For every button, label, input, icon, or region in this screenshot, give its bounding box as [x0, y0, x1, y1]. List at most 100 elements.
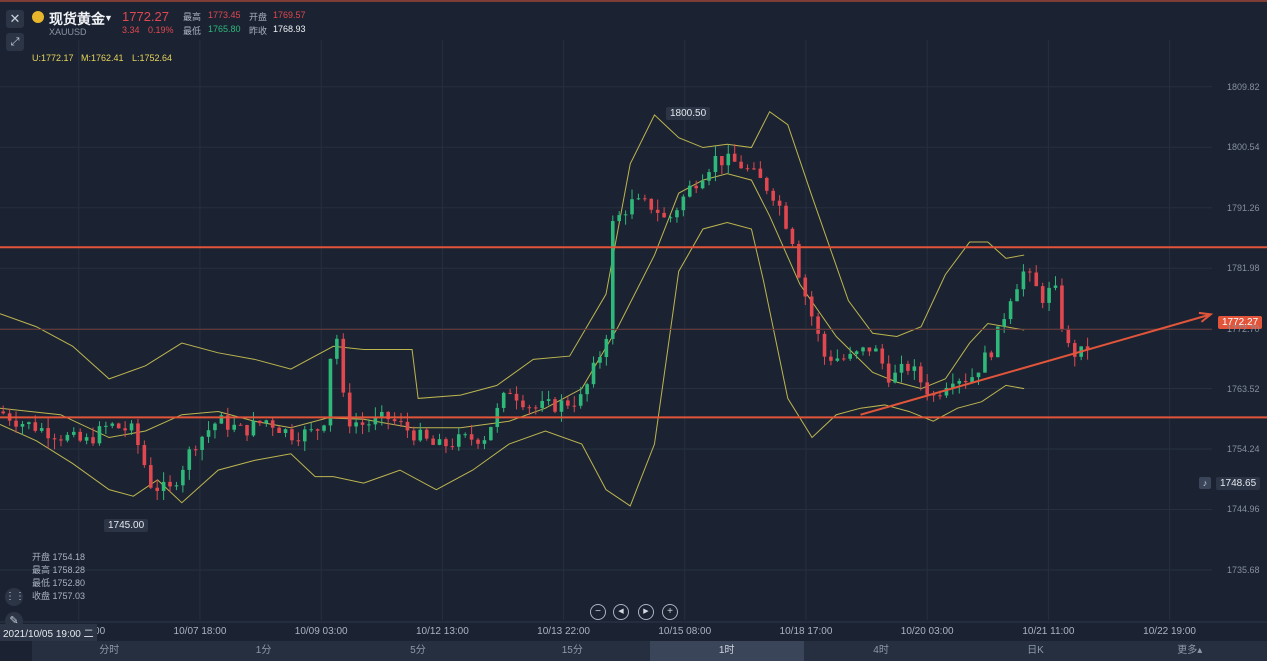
price-chart[interactable]	[0, 0, 1267, 661]
ohlc-high-label: 最高	[32, 565, 51, 575]
candle-body	[367, 424, 371, 426]
candle-body	[1040, 286, 1045, 303]
candle-body	[1015, 289, 1019, 302]
scroll-right-button[interactable]: ▶	[638, 604, 654, 620]
candle-body	[687, 185, 692, 197]
bell-icon[interactable]: ♪	[1199, 477, 1211, 489]
zoom-out-button[interactable]: −	[590, 604, 606, 620]
x-tick-label: 10/21 11:00	[1022, 626, 1075, 637]
candle-body	[181, 469, 185, 486]
scroll-left-button[interactable]: ◀	[613, 604, 629, 620]
low-value: 1765.80	[208, 24, 241, 34]
candle-body	[1028, 271, 1032, 273]
price-change-pct: 0.19%	[148, 25, 174, 35]
candle-body	[803, 277, 808, 297]
candle-body	[482, 440, 487, 444]
candle-body	[553, 399, 557, 412]
candle-body	[546, 399, 551, 401]
candle-body	[456, 434, 461, 447]
timeframe-tab[interactable]: 4时	[804, 641, 958, 661]
candle-body	[258, 420, 262, 424]
candle-body	[533, 407, 538, 409]
candle-body	[829, 356, 833, 361]
candle-body	[206, 430, 211, 437]
candle-body	[578, 394, 583, 406]
candle-body	[302, 429, 307, 442]
timeframe-tab[interactable]: 1分	[186, 641, 340, 661]
close-icon[interactable]: ✕	[6, 10, 24, 28]
y-tick-label: 1772.70	[1227, 323, 1260, 334]
ohlc-low: 最低 1752.80	[32, 576, 85, 589]
candle-body	[925, 382, 929, 395]
candle-body	[938, 395, 942, 397]
candle-body	[104, 425, 108, 427]
candle-body	[598, 357, 602, 363]
candle-body	[65, 434, 70, 441]
candle-body	[110, 423, 115, 426]
x-tick-label: 10/09 03:00	[294, 626, 348, 637]
x-tick-label: 10/20 03:00	[900, 626, 954, 637]
open-label: 开盘	[249, 12, 268, 22]
candle-body	[168, 481, 172, 487]
timeframe-tab[interactable]: 1时	[649, 641, 804, 661]
candle-body	[335, 338, 339, 359]
candle-body	[251, 420, 256, 436]
timeframe-bar: 分时 1分 5分 15分 1时 4时 日K 更多▴	[32, 641, 1267, 661]
candle-body	[957, 380, 962, 384]
bollinger-middle: M:1762.41	[81, 53, 124, 63]
expand-icon[interactable]: ⤢	[6, 33, 24, 51]
y-tick-label: 1809.82	[1227, 81, 1260, 92]
candle-body	[822, 333, 827, 357]
candle-body	[270, 420, 275, 428]
ohlc-close-value: 1757.03	[52, 591, 86, 601]
timeframe-tab[interactable]: 更多▴	[1113, 641, 1267, 661]
alert-price-tag[interactable]: 1748.65	[1216, 477, 1261, 490]
candle-body	[97, 426, 102, 444]
candle-body	[347, 392, 352, 427]
candle-body	[893, 372, 897, 383]
candle-body	[867, 347, 872, 352]
candle-body	[309, 429, 313, 431]
high-label: 最高	[183, 12, 202, 22]
candle-body	[681, 196, 686, 211]
candle-body	[610, 221, 615, 339]
instrument-title[interactable]: 现货黄金	[49, 9, 105, 29]
ohlc-close-label: 收盘	[32, 591, 51, 601]
timeframe-tab[interactable]: 日K	[958, 641, 1112, 661]
y-tick-label: 1744.96	[1227, 504, 1260, 515]
ohlc-open-label: 开盘	[32, 552, 51, 562]
candle-body	[341, 338, 346, 393]
candle-body	[20, 424, 25, 427]
timeframe-tab[interactable]: 15分	[495, 641, 649, 661]
chevron-down-icon[interactable]: ▼	[104, 13, 113, 23]
candle-body	[668, 217, 673, 219]
candle-body	[399, 421, 403, 423]
bollinger-lower: L:1752.64	[132, 53, 173, 63]
candle-body	[437, 439, 442, 445]
candle-body	[238, 424, 243, 426]
bollinger-upper	[0, 110, 1025, 399]
candle-body	[880, 348, 885, 364]
candle-body	[161, 481, 166, 491]
candle-body	[52, 438, 57, 440]
candle-body	[469, 434, 474, 440]
price-change: 3.34	[122, 25, 140, 35]
candle-body	[59, 439, 63, 441]
y-tick-label: 1791.26	[1227, 202, 1260, 213]
ohlc-low-value: 1752.80	[52, 578, 86, 588]
crosshair-time: 2021/10/05 19:00 二	[0, 624, 97, 641]
open-value: 1769.57	[273, 10, 306, 20]
timeframe-tab[interactable]: 分时	[32, 641, 186, 661]
candle-body	[200, 436, 204, 450]
zoom-in-button[interactable]: +	[662, 604, 678, 620]
bollinger-lower	[0, 221, 1025, 507]
timeframe-tab[interactable]: 5分	[341, 641, 495, 661]
indicator-icon[interactable]: ⋮⋮	[5, 588, 25, 606]
candle-body	[585, 384, 589, 395]
candle-body	[797, 244, 801, 278]
candle-body	[412, 430, 416, 441]
candle-body	[662, 212, 666, 218]
candle-body	[476, 439, 480, 444]
candle-body	[572, 405, 577, 407]
candle-body	[1060, 285, 1064, 329]
